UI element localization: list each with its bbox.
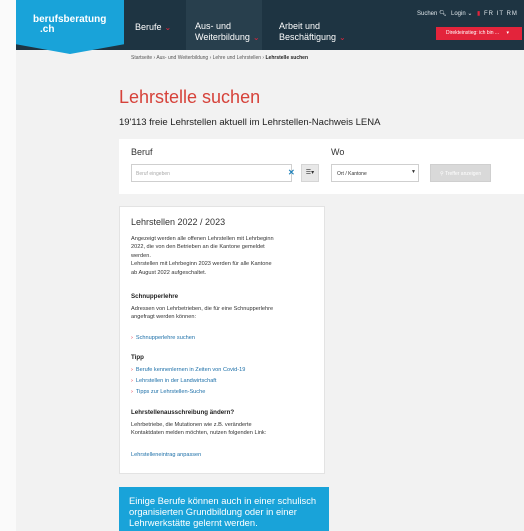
lang-it[interactable]: IT bbox=[497, 11, 504, 17]
nav-arbeit-label-line1: Arbeit und bbox=[279, 21, 321, 31]
site-logo[interactable]: berufsberatung .ch bbox=[16, 0, 124, 54]
wo-label: Wo bbox=[331, 147, 345, 157]
breadcrumb-separator: › bbox=[262, 55, 265, 61]
beruf-input[interactable]: Beruf eingeben bbox=[131, 164, 292, 182]
lehrstelleneintrag-link[interactable]: Lehrstelleneintrag anpassen bbox=[131, 452, 201, 458]
list-icon: ☰▾ bbox=[305, 170, 315, 176]
schnupperlehre-link-label: Schnupperlehre suchen bbox=[135, 335, 195, 341]
nav-berufe[interactable]: Berufe ⌄ bbox=[126, 0, 178, 50]
tipp-link-covid[interactable]: › Berufe kennenlernen in Zeiten von Covid… bbox=[131, 367, 245, 373]
chevron-down-icon: ⌄ bbox=[339, 33, 346, 42]
promo-banner[interactable]: Einige Berufe können auch in einer schul… bbox=[119, 487, 329, 531]
info-card-content: Lehrstellen 2022 / 2023 Angezeigt werden… bbox=[119, 206, 325, 474]
page-subtitle: 19'113 freie Lehrstellen aktuell im Lehr… bbox=[119, 117, 381, 128]
breadcrumb-item-lehre[interactable]: Lehre und Lehrstellen bbox=[213, 55, 261, 61]
schnupper-text: Adressen von Lehrbetrieben, die für eine… bbox=[131, 305, 316, 322]
nav-arbeit-und-beschaeftigung[interactable]: Arbeit und Beschäftigung ⌄ bbox=[270, 0, 360, 50]
login-label: Login bbox=[451, 11, 466, 17]
nav-arbeit-label-line2: Beschäftigung bbox=[279, 32, 337, 42]
search-link[interactable]: Suchen 🔍︎ bbox=[417, 10, 447, 17]
tipp-link-label: Berufe kennenlernen in Zeiten von Covid-… bbox=[135, 367, 246, 373]
page-title: Lehrstelle suchen bbox=[119, 87, 261, 107]
chevron-down-icon: ⌄ bbox=[164, 23, 172, 32]
intro-line: Angezeigt werden alle offenen Lehrstelle… bbox=[131, 236, 274, 242]
breadcrumb-item-aus[interactable]: Aus- und Weiterbildung bbox=[156, 55, 208, 61]
flag-icon: ▮ bbox=[477, 11, 482, 17]
nav-aus-und-weiterbildung[interactable]: Aus- und Weiterbildung ⌄ bbox=[186, 0, 262, 50]
search-panel: Beruf Wo Beruf eingeben ✕ ☰▾ Ort / Kanto… bbox=[119, 139, 524, 194]
caret-down-icon: ▼ bbox=[411, 169, 416, 175]
schnupper-heading: Schnupperlehre bbox=[131, 293, 179, 300]
card-title: Lehrstellen 2022 / 2023 bbox=[131, 217, 226, 227]
logo-suffix: .ch bbox=[40, 24, 55, 35]
search-label: Suchen bbox=[417, 11, 438, 17]
promo-line: organisierten Grundbildung oder in einer bbox=[129, 506, 297, 517]
chevron-right-icon: › bbox=[131, 335, 133, 341]
intro-line: Lehrstellen mit Lehrbeginn 2023 werden f… bbox=[131, 261, 272, 268]
nav-aus-label-line2: Weiterbildung bbox=[195, 32, 250, 42]
tipp-link-label: Tipps zur Lehrstellen-Suche bbox=[135, 389, 206, 395]
nav-aus-label-line1: Aus- und bbox=[195, 21, 232, 31]
chevron-down-icon: ▾ bbox=[506, 30, 509, 36]
login-link[interactable]: Login ⌄ bbox=[451, 10, 472, 17]
tipp-link-landwirtschaft[interactable]: › Lehrstellen in der Landwirtschaft bbox=[131, 378, 216, 384]
tipp-link-label: Lehrstellen in der Landwirtschaft bbox=[135, 378, 217, 384]
promo-line: Lehrwerkstätte gelernt werden. bbox=[129, 517, 258, 528]
intro-line: 2022, die von den Betrieben an die Kanto… bbox=[131, 244, 265, 251]
schnupper-line: angefragt werden können: bbox=[131, 314, 196, 321]
intro-line: ab August 2022 aufgeschaltet. bbox=[131, 269, 207, 276]
nav-berufe-label: Berufe bbox=[135, 22, 162, 32]
beruf-label: Beruf bbox=[131, 147, 153, 157]
aendern-line: Kontaktdaten melden möchten, nutzen folg… bbox=[131, 430, 267, 437]
aendern-heading: Lehrstellenausschreibung ändern? bbox=[131, 409, 235, 416]
lehrstelleneintrag-link-label: Lehrstelleneintrag anpassen bbox=[131, 452, 202, 458]
chevron-down-icon: ⌄ bbox=[467, 11, 473, 17]
schnupper-line: Adressen von Lehrbetrieben, die für eine… bbox=[131, 306, 274, 312]
breadcrumb-current: Lehrstelle suchen bbox=[265, 55, 308, 61]
tipp-heading: Tipp bbox=[131, 354, 144, 361]
chevron-right-icon: › bbox=[131, 389, 133, 395]
lang-fr[interactable]: FR bbox=[484, 11, 494, 17]
direkteinstieg-button[interactable]: Direkteinstieg: ich bin ... ▾ bbox=[436, 27, 522, 40]
promo-line: Einige Berufe können auch in einer schul… bbox=[129, 495, 317, 506]
breadcrumb-separator: › bbox=[209, 55, 212, 61]
aendern-line: Lehrbetriebe, die Mutationen wie z.B. ve… bbox=[131, 422, 252, 428]
lang-rm[interactable]: RM bbox=[507, 11, 518, 17]
breadcrumb-item-home[interactable]: Startseite bbox=[131, 55, 152, 61]
treffer-anzeigen-label: Treffer anzeigen bbox=[444, 171, 482, 177]
breadcrumb-separator: › bbox=[153, 55, 156, 61]
chevron-right-icon: › bbox=[131, 367, 133, 373]
ort-select[interactable]: Ort / Kantone bbox=[331, 164, 419, 182]
language-switcher: ▮ FR IT RM bbox=[477, 10, 518, 17]
aendern-text: Lehrbetriebe, die Mutationen wie z.B. ve… bbox=[131, 421, 316, 438]
intro-text: Angezeigt werden alle offenen Lehrstelle… bbox=[131, 235, 316, 277]
beruf-list-button[interactable]: ☰▾ bbox=[301, 164, 319, 182]
tipp-link-suche[interactable]: › Tipps zur Lehrstellen-Suche bbox=[131, 389, 205, 395]
treffer-anzeigen-button[interactable]: ⚲ Treffer anzeigen bbox=[430, 164, 491, 182]
chevron-right-icon: › bbox=[131, 378, 133, 384]
intro-line: werden. bbox=[131, 252, 151, 259]
chevron-down-icon: ⌄ bbox=[252, 33, 260, 42]
breadcrumb: Startseite › Aus- und Weiterbildung › Le… bbox=[131, 55, 308, 61]
left-gutter bbox=[0, 0, 16, 531]
direkteinstieg-label: Direkteinstieg: ich bin ... bbox=[446, 30, 500, 36]
search-icon: 🔍︎ bbox=[439, 11, 447, 17]
schnupperlehre-link[interactable]: › Schnupperlehre suchen bbox=[131, 335, 195, 341]
clear-icon[interactable]: ✕ bbox=[288, 168, 295, 177]
